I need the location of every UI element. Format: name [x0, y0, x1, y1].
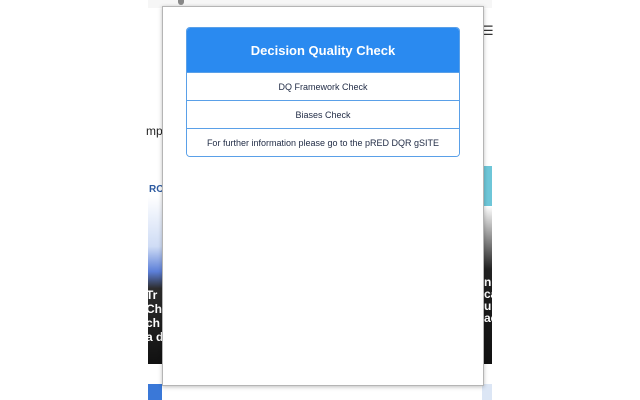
background-card-left-text: Tr Ch ch a d — [146, 288, 164, 344]
further-information-link[interactable]: For further information please go to the… — [187, 128, 459, 156]
background-card-right-text: n ca u ac — [484, 275, 498, 325]
background-bottom-card-left — [148, 384, 162, 400]
dq-framework-check-button[interactable]: DQ Framework Check — [187, 72, 459, 100]
background-text-fragment: mp — [146, 124, 163, 138]
biases-check-button[interactable]: Biases Check — [187, 100, 459, 128]
decision-quality-panel: Decision Quality Check DQ Framework Chec… — [186, 27, 460, 157]
background-bottom-card-right — [482, 384, 492, 400]
panel-title: Decision Quality Check — [187, 28, 459, 72]
